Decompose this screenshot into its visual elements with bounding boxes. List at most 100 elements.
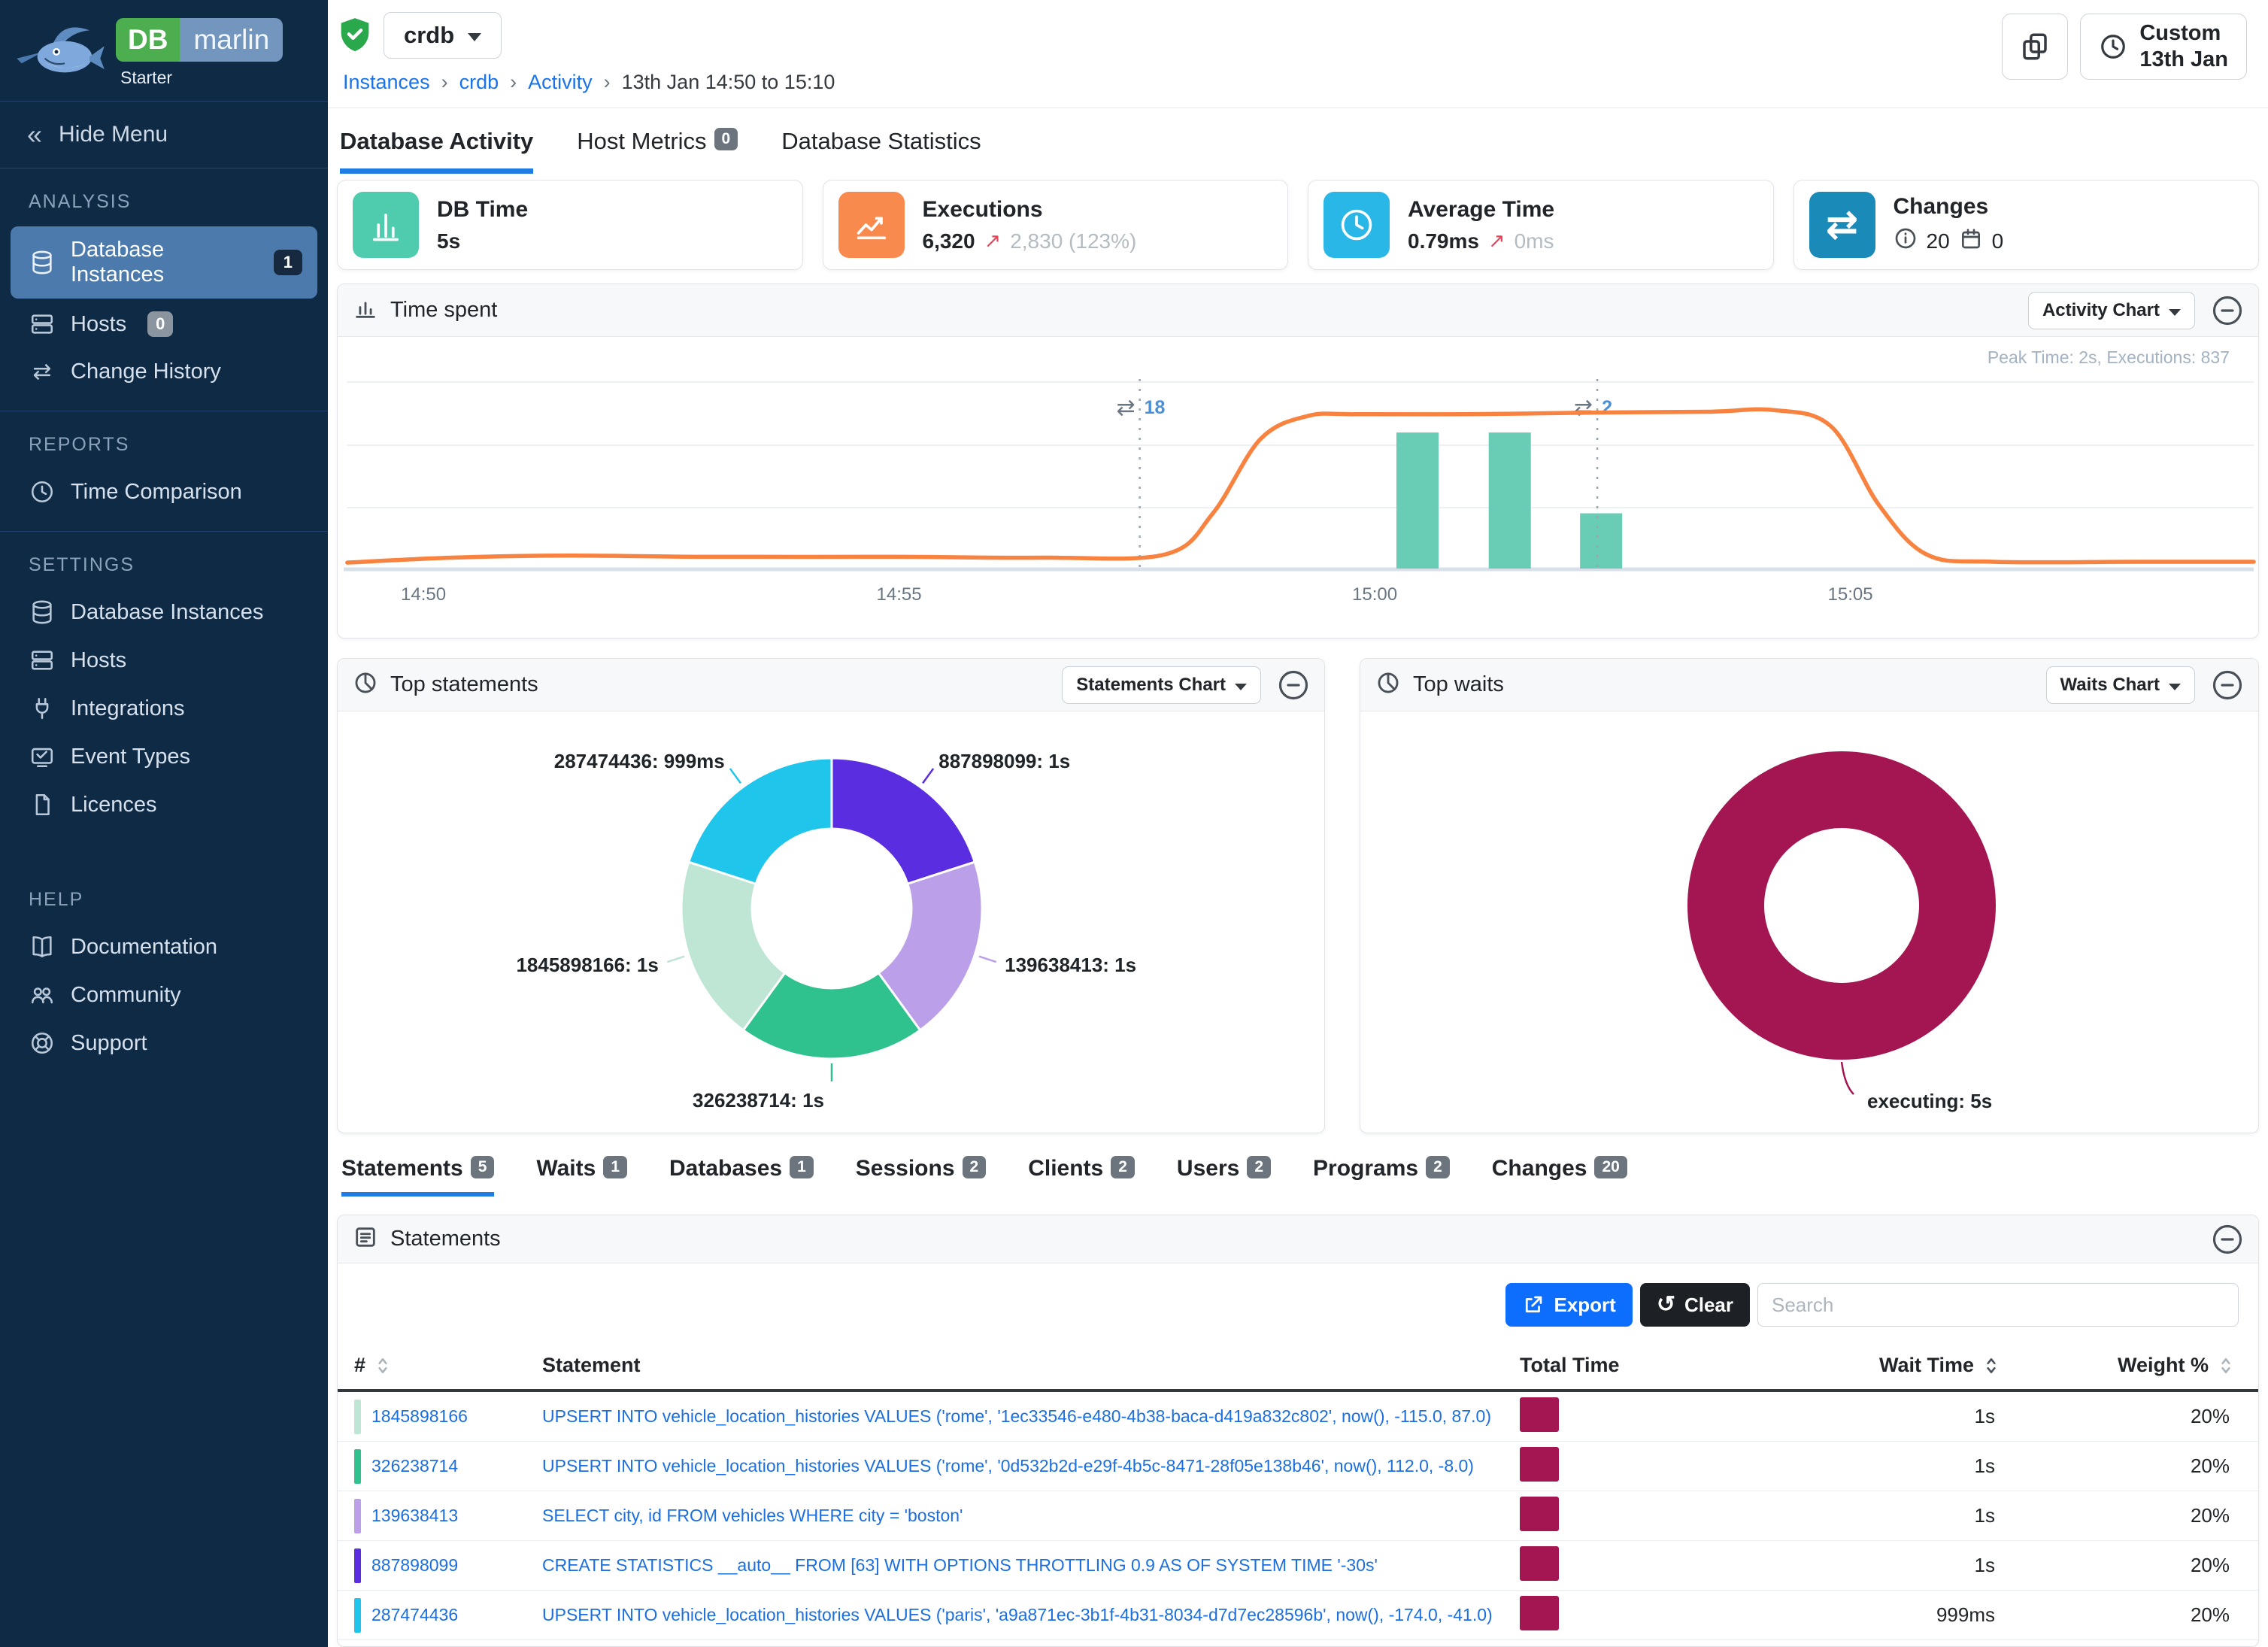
time-range-button[interactable]: Custom 13th Jan [2080,14,2247,80]
tab-statements[interactable]: Statements5 [341,1156,494,1197]
statement-link[interactable]: UPSERT INTO vehicle_location_histories V… [542,1605,1493,1624]
statement-link[interactable]: CREATE STATISTICS __auto__ FROM [63] WIT… [542,1555,1378,1575]
export-label: Export [1554,1294,1615,1317]
statement-color-bar [354,1548,361,1583]
sidebar-item-database-instances[interactable]: Database Instances 1 [11,226,317,299]
breadcrumb-time-range: 13th Jan 14:50 to 15:10 [622,71,835,94]
sort-icon[interactable] [2216,1356,2236,1376]
sidebar-item-hosts-settings[interactable]: Hosts [0,636,328,684]
tab-databases[interactable]: Databases1 [669,1156,814,1197]
breadcrumb-crdb[interactable]: crdb [459,71,499,94]
sidebar-item-hosts[interactable]: Hosts 0 [0,300,328,348]
kpi-db-time: DB Time 5s [337,180,803,270]
tab-label: Databases [669,1156,782,1186]
sidebar-section-analysis: ANALYSIS Database Instances 1 Hosts 0 ⇄ … [0,168,328,411]
sidebar: DB marlin Starter « Hide Menu ANALYSIS D… [0,0,328,1647]
top-statements-panel: Top statements Statements Chart 88789809… [337,658,1325,1133]
statement-color-bar [354,1400,361,1434]
donut-row: Top statements Statements Chart 88789809… [337,658,2259,1133]
executions-bar [1489,432,1531,569]
donut-slice [832,758,975,884]
wait-time-value: 1s [1685,1405,2001,1428]
statements-chart-selector[interactable]: Statements Chart [1062,666,1261,704]
tab-host-metrics[interactable]: Host Metrics 0 [577,128,738,174]
statements-panel: Statements Export ↺ Clear # Statement To… [337,1215,2259,1647]
total-time-bar [1520,1397,1559,1432]
tab-clients[interactable]: Clients2 [1028,1156,1135,1197]
wait-time-value: 1s [1685,1554,2001,1577]
instance-selector[interactable]: crdb [384,12,502,59]
tab-badge: 2 [1111,1156,1135,1178]
donut-label: 1845898166: 1s [516,954,658,976]
search-input[interactable] [1757,1283,2239,1327]
activity-chart-selector[interactable]: Activity Chart [2028,292,2195,329]
breadcrumb-separator: › [441,71,448,94]
column-header-statement: Statement [542,1354,641,1377]
sidebar-item-licences[interactable]: Licences [0,781,328,829]
weight-value: 20% [2001,1603,2236,1627]
panel-header: Top waits Waits Chart [1360,659,2258,711]
statement-id-link[interactable]: 287474436 [371,1605,458,1625]
activity-chart: Peak Time: 2s, Executions: 837 14:5014:5… [338,337,2258,638]
tab-users[interactable]: Users2 [1177,1156,1271,1197]
kpi-title: Average Time [1408,197,1554,223]
breadcrumb-activity[interactable]: Activity [528,71,593,94]
tab-badge: 2 [1426,1156,1450,1178]
tab-database-statistics[interactable]: Database Statistics [781,128,981,174]
collapse-panel-button[interactable] [2212,295,2243,326]
statement-id-link[interactable]: 326238714 [371,1456,458,1476]
kpi-average-time: Average Time 0.79ms ↗ 0ms [1308,180,1774,270]
sidebar-item-documentation[interactable]: Documentation [0,923,328,971]
kpi-event-count: 0 [1992,229,2004,253]
swap-icon: ⇄ [1809,192,1875,258]
waits-chart-selector[interactable]: Waits Chart [2046,666,2195,704]
tab-label: Changes [1492,1156,1587,1186]
sort-icon[interactable] [1981,1356,2001,1376]
tab-programs[interactable]: Programs2 [1313,1156,1450,1197]
copy-link-button[interactable] [2002,14,2068,80]
time-spent-panel: Time spent Activity Chart Peak Time: 2s,… [337,284,2259,638]
statement-link[interactable]: UPSERT INTO vehicle_location_histories V… [542,1456,1474,1476]
total-time-bar [1520,1546,1559,1581]
sidebar-item-integrations[interactable]: Integrations [0,684,328,733]
hide-menu-button[interactable]: « Hide Menu [0,102,328,168]
collapse-panel-button[interactable] [2212,669,2243,701]
tab-badge: 0 [714,128,738,150]
table-row: 887898099 CREATE STATISTICS __auto__ FROM… [338,1541,2258,1591]
sidebar-item-label: Database Instances [71,600,263,625]
statement-link[interactable]: SELECT city, id FROM vehicles WHERE city… [542,1506,963,1525]
collapse-panel-button[interactable] [1278,669,1309,701]
tab-waits[interactable]: Waits1 [536,1156,627,1197]
clear-button[interactable]: ↺ Clear [1640,1283,1750,1327]
statement-link[interactable]: UPSERT INTO vehicle_location_histories V… [542,1406,1491,1426]
trend-up-icon: ↗ [984,229,1002,253]
tab-changes[interactable]: Changes20 [1492,1156,1627,1197]
statement-id-link[interactable]: 139638413 [371,1506,458,1526]
chevron-down-icon [2169,684,2181,690]
export-icon [1522,1294,1545,1316]
sidebar-item-change-history[interactable]: ⇄ Change History [0,348,328,396]
hide-menu-label: Hide Menu [59,122,168,147]
kpi-row: DB Time 5s Executions 6,320 ↗ 2,830 (123… [337,180,2259,270]
total-time-bar [1520,1497,1559,1531]
breadcrumb-instances[interactable]: Instances [343,71,430,94]
sidebar-item-database-instances-settings[interactable]: Database Instances [0,588,328,636]
sidebar-item-support[interactable]: Support [0,1019,328,1067]
tab-database-activity[interactable]: Database Activity [340,128,533,174]
column-header-total-time: Total Time [1520,1354,1620,1377]
breadcrumb: Instances › crdb › Activity › 13th Jan 1… [343,71,2248,94]
statement-color-bar [354,1449,361,1484]
sidebar-item-time-comparison[interactable]: Time Comparison [0,468,328,516]
statement-id-link[interactable]: 1845898166 [371,1406,468,1427]
sidebar-item-event-types[interactable]: Event Types [0,733,328,781]
tab-sessions[interactable]: Sessions2 [856,1156,986,1197]
trend-up-icon: ↗ [1488,229,1505,253]
sidebar-item-community[interactable]: Community [0,971,328,1019]
sort-icon[interactable] [373,1356,393,1376]
statement-id-link[interactable]: 887898099 [371,1555,458,1576]
collapse-panel-button[interactable] [2212,1224,2243,1255]
tab-badge: 5 [471,1156,495,1178]
tab-label: Host Metrics [577,128,706,160]
tab-label: Waits [536,1156,596,1186]
export-button[interactable]: Export [1505,1283,1632,1327]
